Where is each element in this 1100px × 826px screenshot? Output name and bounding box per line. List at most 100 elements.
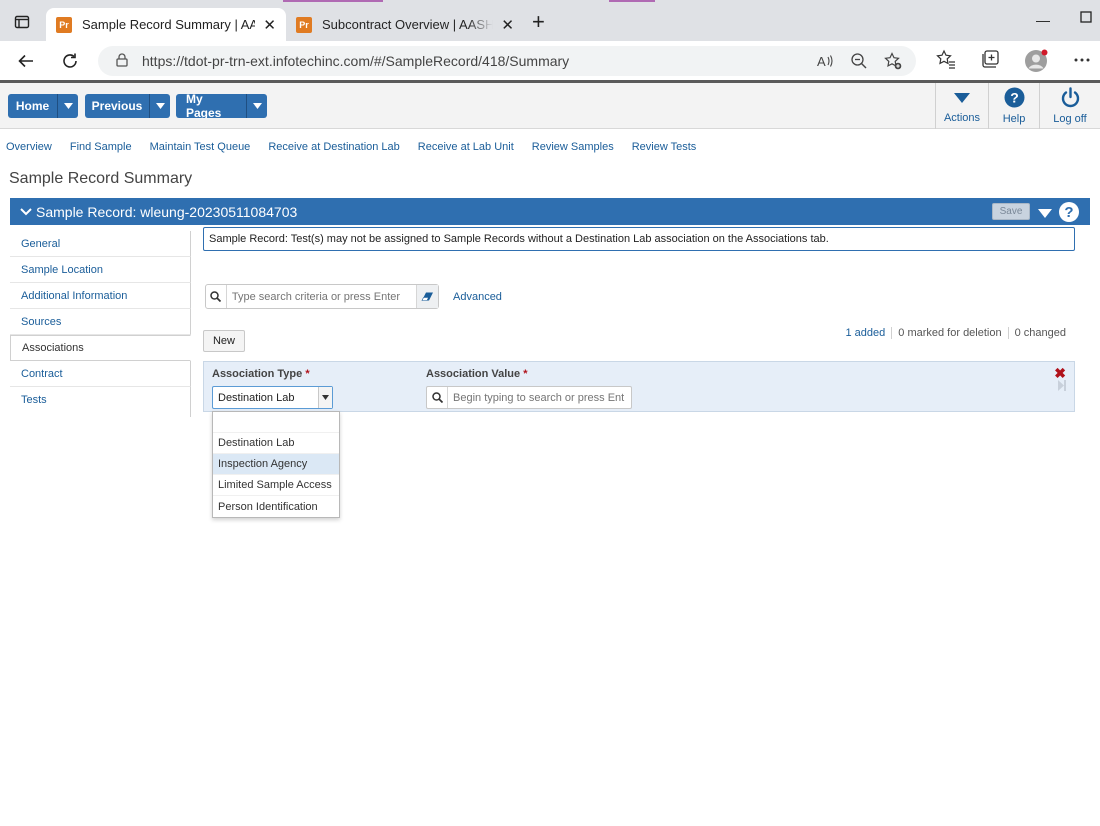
search-input[interactable] xyxy=(226,285,417,308)
tab-accent xyxy=(283,0,383,2)
dropdown-option-limited-sample-access[interactable]: Limited Sample Access xyxy=(213,475,339,496)
app-header: Home Previous My Pages Actions ? Help Lo… xyxy=(0,83,1100,129)
browser-tab[interactable]: Pr Subcontract Overview | AASHTO\ ✕ xyxy=(286,8,524,41)
refresh-icon[interactable] xyxy=(59,50,81,72)
record-title: Sample Record: wleung-20230511084703 xyxy=(36,203,298,220)
previous-split-button: Previous xyxy=(85,94,170,118)
association-value-label: Association Value xyxy=(426,368,521,380)
added-count[interactable]: 1 added xyxy=(840,327,892,339)
sidebar-footer xyxy=(10,413,191,417)
nav-link-receive-destination-lab[interactable]: Receive at Destination Lab xyxy=(268,141,399,153)
url-text: https://tdot-pr-trn-ext.infotechinc.com/… xyxy=(142,53,570,69)
association-value-header: Association Value * xyxy=(426,368,528,380)
nav-link-find-sample[interactable]: Find Sample xyxy=(70,141,132,153)
app-favicon-icon: Pr xyxy=(296,16,312,33)
association-type-select[interactable]: Destination Lab xyxy=(212,386,333,409)
required-marker: * xyxy=(305,368,310,380)
association-type-header: Association Type * xyxy=(212,368,310,380)
clear-search-eraser-icon[interactable] xyxy=(416,285,438,308)
power-icon xyxy=(1060,87,1081,111)
add-favorite-icon[interactable] xyxy=(884,52,902,73)
favorites-icon[interactable] xyxy=(936,49,956,69)
association-value-input[interactable] xyxy=(448,387,628,408)
nav-link-review-samples[interactable]: Review Samples xyxy=(532,141,614,153)
dropdown-option-inspection-agency[interactable]: Inspection Agency xyxy=(213,454,339,475)
dropdown-option-destination-lab[interactable]: Destination Lab xyxy=(213,433,339,454)
tab-actions-icon[interactable] xyxy=(13,13,31,31)
my-pages-menu-caret-icon[interactable] xyxy=(247,94,267,118)
sidebar-item-associations[interactable]: Associations xyxy=(10,335,191,361)
deleted-count: 0 marked for deletion xyxy=(891,327,1007,339)
collapse-chevron-icon[interactable] xyxy=(20,205,32,219)
help-button[interactable]: ? Help xyxy=(988,83,1039,129)
maximize-icon[interactable] xyxy=(1080,10,1092,26)
svg-text:?: ? xyxy=(1010,90,1019,106)
log-off-button[interactable]: Log off xyxy=(1039,83,1100,129)
sidebar-item-sample-location[interactable]: Sample Location xyxy=(10,257,191,283)
dropdown-option-person-identification[interactable]: Person Identification xyxy=(213,496,339,517)
chevron-down-icon xyxy=(954,93,970,106)
association-value-search xyxy=(426,386,632,409)
save-button[interactable]: Save xyxy=(992,203,1030,220)
nav-link-receive-lab-unit[interactable]: Receive at Lab Unit xyxy=(418,141,514,153)
browser-tab-active[interactable]: Pr Sample Record Summary | AASH ✕ xyxy=(46,8,286,41)
url-field[interactable]: https://tdot-pr-trn-ext.infotechinc.com/… xyxy=(98,46,916,76)
changed-count: 0 changed xyxy=(1007,327,1072,339)
my-pages-button[interactable]: My Pages xyxy=(176,94,247,118)
nav-link-review-tests[interactable]: Review Tests xyxy=(632,141,697,153)
profile-avatar[interactable] xyxy=(1024,49,1048,73)
dropdown-arrow-icon[interactable] xyxy=(318,387,332,408)
row-nav-icon[interactable] xyxy=(1058,380,1066,394)
minimize-icon[interactable]: — xyxy=(1036,12,1050,28)
previous-menu-caret-icon[interactable] xyxy=(150,94,170,118)
search-box xyxy=(205,284,439,309)
nav-link-maintain-test-queue[interactable]: Maintain Test Queue xyxy=(150,141,251,153)
zoom-out-icon[interactable] xyxy=(850,52,868,73)
search-icon[interactable] xyxy=(206,285,227,308)
more-menu-icon[interactable] xyxy=(1073,51,1091,69)
read-aloud-icon[interactable]: A xyxy=(816,52,834,73)
home-menu-caret-icon[interactable] xyxy=(58,94,78,118)
dropdown-option-blank[interactable] xyxy=(213,412,339,433)
log-off-label: Log off xyxy=(1053,113,1087,125)
sidebar-item-additional-information[interactable]: Additional Information xyxy=(10,283,191,309)
record-help-icon[interactable]: ? xyxy=(1059,202,1079,222)
validation-alert: Sample Record: Test(s) may not be assign… xyxy=(203,227,1075,251)
association-type-label: Association Type xyxy=(212,368,303,380)
browser-tab-bar: Pr Sample Record Summary | AASH ✕ Pr Sub… xyxy=(0,0,1100,41)
component-nav: Overview Find Sample Maintain Test Queue… xyxy=(6,141,714,153)
association-row: Association Type * Association Value * D… xyxy=(203,361,1075,412)
close-tab-icon[interactable]: ✕ xyxy=(263,16,276,34)
sidebar-item-tests[interactable]: Tests xyxy=(10,387,191,413)
search-icon[interactable] xyxy=(427,387,448,408)
home-button[interactable]: Home xyxy=(8,94,58,118)
new-association-button[interactable]: New xyxy=(203,330,245,352)
record-header-bar[interactable]: Sample Record: wleung-20230511084703 Sav… xyxy=(10,198,1090,225)
record-sidebar: General Sample Location Additional Infor… xyxy=(10,231,191,417)
help-label: Help xyxy=(1002,113,1026,125)
sidebar-item-contract[interactable]: Contract xyxy=(10,361,191,387)
page-title: Sample Record Summary xyxy=(9,170,193,187)
actions-button[interactable]: Actions xyxy=(935,83,988,129)
close-tab-icon[interactable]: ✕ xyxy=(501,16,514,34)
change-counts: 1 added 0 marked for deletion 0 changed xyxy=(840,327,1073,339)
my-pages-split-button: My Pages xyxy=(176,94,267,118)
tab-title: Subcontract Overview | AASHTO\ xyxy=(322,17,494,32)
collections-icon[interactable] xyxy=(980,49,1000,69)
previous-button[interactable]: Previous xyxy=(85,94,150,118)
advanced-search-link[interactable]: Advanced xyxy=(453,291,502,303)
tab-title: Sample Record Summary | AASH xyxy=(82,17,256,32)
tab-accent xyxy=(609,0,655,2)
association-type-dropdown: Destination Lab Inspection Agency Limite… xyxy=(212,411,340,518)
address-bar: https://tdot-pr-trn-ext.infotechinc.com/… xyxy=(0,41,1100,80)
sidebar-item-general[interactable]: General xyxy=(10,231,191,257)
required-marker: * xyxy=(523,368,528,380)
lock-icon[interactable] xyxy=(116,52,128,70)
nav-link-overview[interactable]: Overview xyxy=(6,141,52,153)
sidebar-item-sources[interactable]: Sources xyxy=(10,309,191,335)
back-icon[interactable] xyxy=(15,50,37,72)
record-menu-caret-icon[interactable] xyxy=(1038,207,1052,221)
actions-label: Actions xyxy=(943,112,981,124)
new-tab-icon[interactable]: + xyxy=(532,11,545,33)
help-circle-icon: ? xyxy=(1004,87,1025,111)
